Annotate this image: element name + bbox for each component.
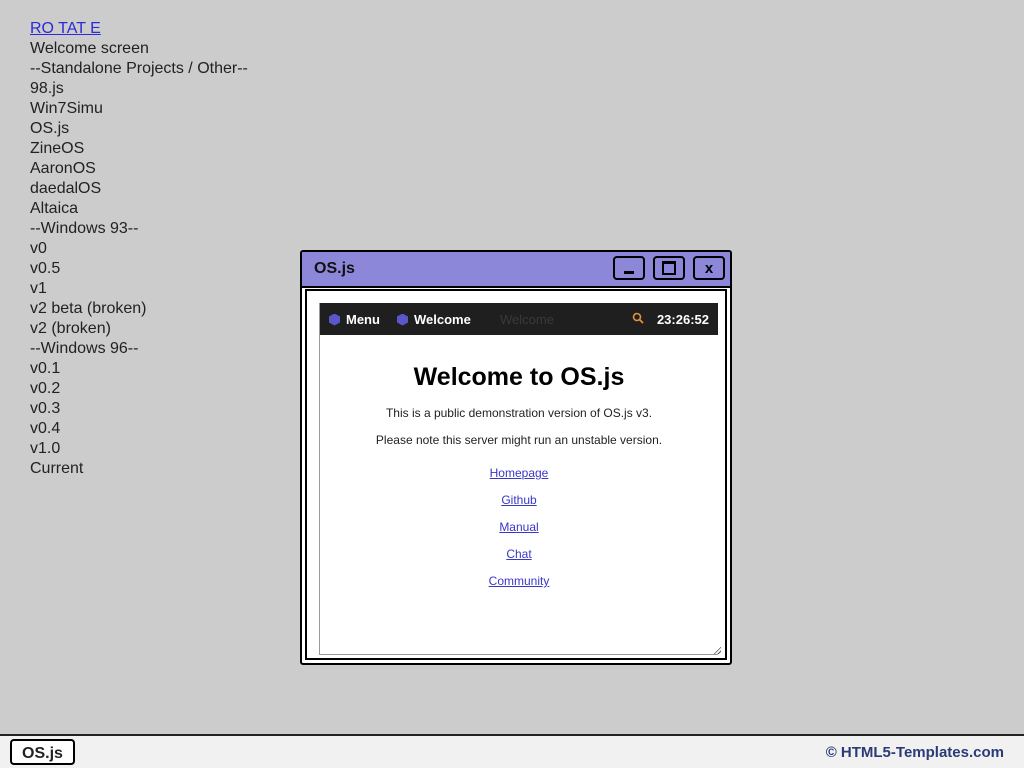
link-github[interactable]: Github (501, 493, 536, 507)
nav-item-w93-v1[interactable]: v1 (30, 279, 248, 299)
nav-list: RO TAT E Welcome screen --Standalone Pro… (30, 19, 248, 479)
taskbar: OS.js © HTML5-Templates.com (0, 734, 1024, 768)
nav-item-w96-v02[interactable]: v0.2 (30, 379, 248, 399)
embedded-osjs: Menu Welcome Welcome 23:26:52 Welcome to… (319, 303, 718, 655)
window-frame: Menu Welcome Welcome 23:26:52 Welcome to… (305, 289, 727, 660)
window-title: OS.js (314, 260, 355, 277)
osjs-menu-label: Menu (346, 312, 380, 327)
minimize-icon (624, 270, 634, 274)
welcome-heading: Welcome to OS.js (413, 363, 625, 391)
maximize-icon (662, 261, 676, 275)
nav-item-w93-v05[interactable]: v0.5 (30, 259, 248, 279)
nav-item-w96-v03[interactable]: v0.3 (30, 399, 248, 419)
welcome-body: Welcome to OS.js This is a public demons… (320, 335, 718, 601)
close-icon: x (704, 259, 714, 277)
osjs-clock: 23:26:52 (656, 312, 709, 327)
nav-item-zineos[interactable]: ZineOS (30, 139, 248, 159)
nav-heading-windows96: --Windows 96-- (30, 340, 139, 357)
osjs-ghost-label: Welcome (500, 312, 554, 327)
taskbar-item-osjs[interactable]: OS.js (10, 739, 75, 765)
nav-item-osjs[interactable]: OS.js (30, 119, 248, 139)
nav-item-aaronos[interactable]: AaronOS (30, 159, 248, 179)
osjs-menu-button[interactable]: Menu (329, 312, 380, 327)
maximize-button[interactable] (653, 256, 685, 280)
app-window: OS.js x Menu Welcome Welcome 23:26:52 We… (300, 250, 732, 665)
link-homepage[interactable]: Homepage (490, 466, 549, 480)
nav-item-w93-v2[interactable]: v2 (broken) (30, 319, 248, 339)
nav-item-w96-v01[interactable]: v0.1 (30, 359, 248, 379)
nav-item-welcome-screen[interactable]: Welcome screen (30, 39, 248, 59)
window-titlebar[interactable]: OS.js x (302, 252, 730, 288)
osjs-welcome-label: Welcome (414, 312, 471, 327)
minimize-button[interactable] (613, 256, 645, 280)
welcome-line-2: Please note this server might run an uns… (375, 433, 663, 447)
welcome-line-1: This is a public demonstration version o… (385, 406, 653, 420)
osjs-ghost-task: Welcome (500, 312, 554, 327)
nav-item-w93-v2-beta[interactable]: v2 beta (broken) (30, 299, 248, 319)
osjs-welcome-task[interactable]: Welcome (397, 312, 471, 327)
close-button[interactable]: x (693, 256, 725, 280)
osjs-panel: Menu Welcome Welcome 23:26:52 (320, 303, 718, 335)
resize-handle[interactable] (713, 646, 721, 654)
osjs-logo-icon (329, 313, 340, 326)
nav-item-w93-v0[interactable]: v0 (30, 239, 248, 259)
link-community[interactable]: Community (489, 574, 550, 588)
nav-item-altaica[interactable]: Altaica (30, 199, 248, 219)
link-chat[interactable]: Chat (506, 547, 531, 561)
nav-item-w96-current[interactable]: Current (30, 459, 248, 479)
nav-heading-windows93: --Windows 93-- (30, 220, 139, 237)
nav-item-win7simu[interactable]: Win7Simu (30, 99, 248, 119)
nav-item-w96-v04[interactable]: v0.4 (30, 419, 248, 439)
nav-item-rotate[interactable]: RO TAT E (30, 19, 248, 39)
nav-heading-standalone: --Standalone Projects / Other-- (30, 60, 248, 77)
footer-credit[interactable]: © HTML5-Templates.com (826, 744, 1004, 761)
welcome-links: Homepage Github Manual Chat Community (320, 466, 718, 588)
osjs-app-icon (397, 313, 408, 326)
nav-item-w96-v10[interactable]: v1.0 (30, 439, 248, 459)
link-manual[interactable]: Manual (499, 520, 538, 534)
nav-item-98js[interactable]: 98.js (30, 79, 248, 99)
search-icon[interactable] (632, 312, 644, 324)
nav-item-daedalos[interactable]: daedalOS (30, 179, 248, 199)
